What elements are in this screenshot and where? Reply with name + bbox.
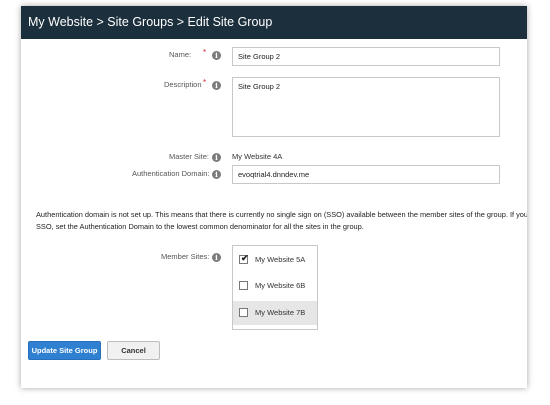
description-label: Description [164, 80, 202, 89]
name-required-mark: * [203, 48, 207, 57]
member-site-checkbox[interactable] [239, 308, 248, 317]
description-required-mark: * [203, 78, 207, 87]
info-icon[interactable]: i [212, 153, 221, 162]
info-icon[interactable]: i [212, 51, 221, 60]
member-site-checkbox[interactable]: ✔ [239, 253, 249, 264]
name-input[interactable] [232, 47, 500, 66]
member-site-item-7b[interactable]: My Website 7B [233, 301, 317, 325]
info-icon[interactable]: i [212, 253, 221, 262]
name-label: Name: [169, 50, 192, 59]
sso-note: Authentication domain is not set up. Thi… [36, 209, 527, 233]
sso-note-line-1: Authentication domain is not set up. Thi… [36, 210, 527, 219]
member-sites-label: Member Sites: [161, 252, 210, 261]
member-site-label: My Website 6B [255, 281, 306, 290]
member-site-item-5a[interactable]: ✔ My Website 5A [233, 248, 317, 272]
checkmark-icon: ✔ [241, 253, 249, 263]
member-site-label: My Website 5A [255, 255, 306, 264]
page-title: My Website > Site Groups > Edit Site Gro… [28, 15, 273, 29]
member-site-checkbox[interactable] [239, 281, 248, 290]
member-sites-list: ✔ My Website 5A My Website 6B My Website… [232, 245, 318, 330]
auth-domain-input[interactable] [232, 165, 500, 184]
member-site-item-6b[interactable]: My Website 6B [233, 274, 317, 298]
description-textarea[interactable]: Site Group 2 [232, 77, 500, 137]
info-icon[interactable]: i [212, 81, 221, 90]
update-site-group-button[interactable]: Update Site Group [28, 341, 101, 360]
master-site-label: Master Site: [169, 152, 210, 161]
member-site-label: My Website 7B [255, 308, 306, 317]
info-icon[interactable]: i [212, 170, 221, 179]
cancel-button[interactable]: Cancel [107, 341, 160, 360]
auth-domain-label: Authentication Domain: [132, 169, 210, 178]
sso-note-line-2: SSO, set the Authentication Domain to th… [36, 222, 364, 231]
edit-site-group-panel: My Website > Site Groups > Edit Site Gro… [21, 6, 527, 388]
title-bar: My Website > Site Groups > Edit Site Gro… [21, 6, 527, 39]
master-site-value: My Website 4A [232, 152, 283, 161]
